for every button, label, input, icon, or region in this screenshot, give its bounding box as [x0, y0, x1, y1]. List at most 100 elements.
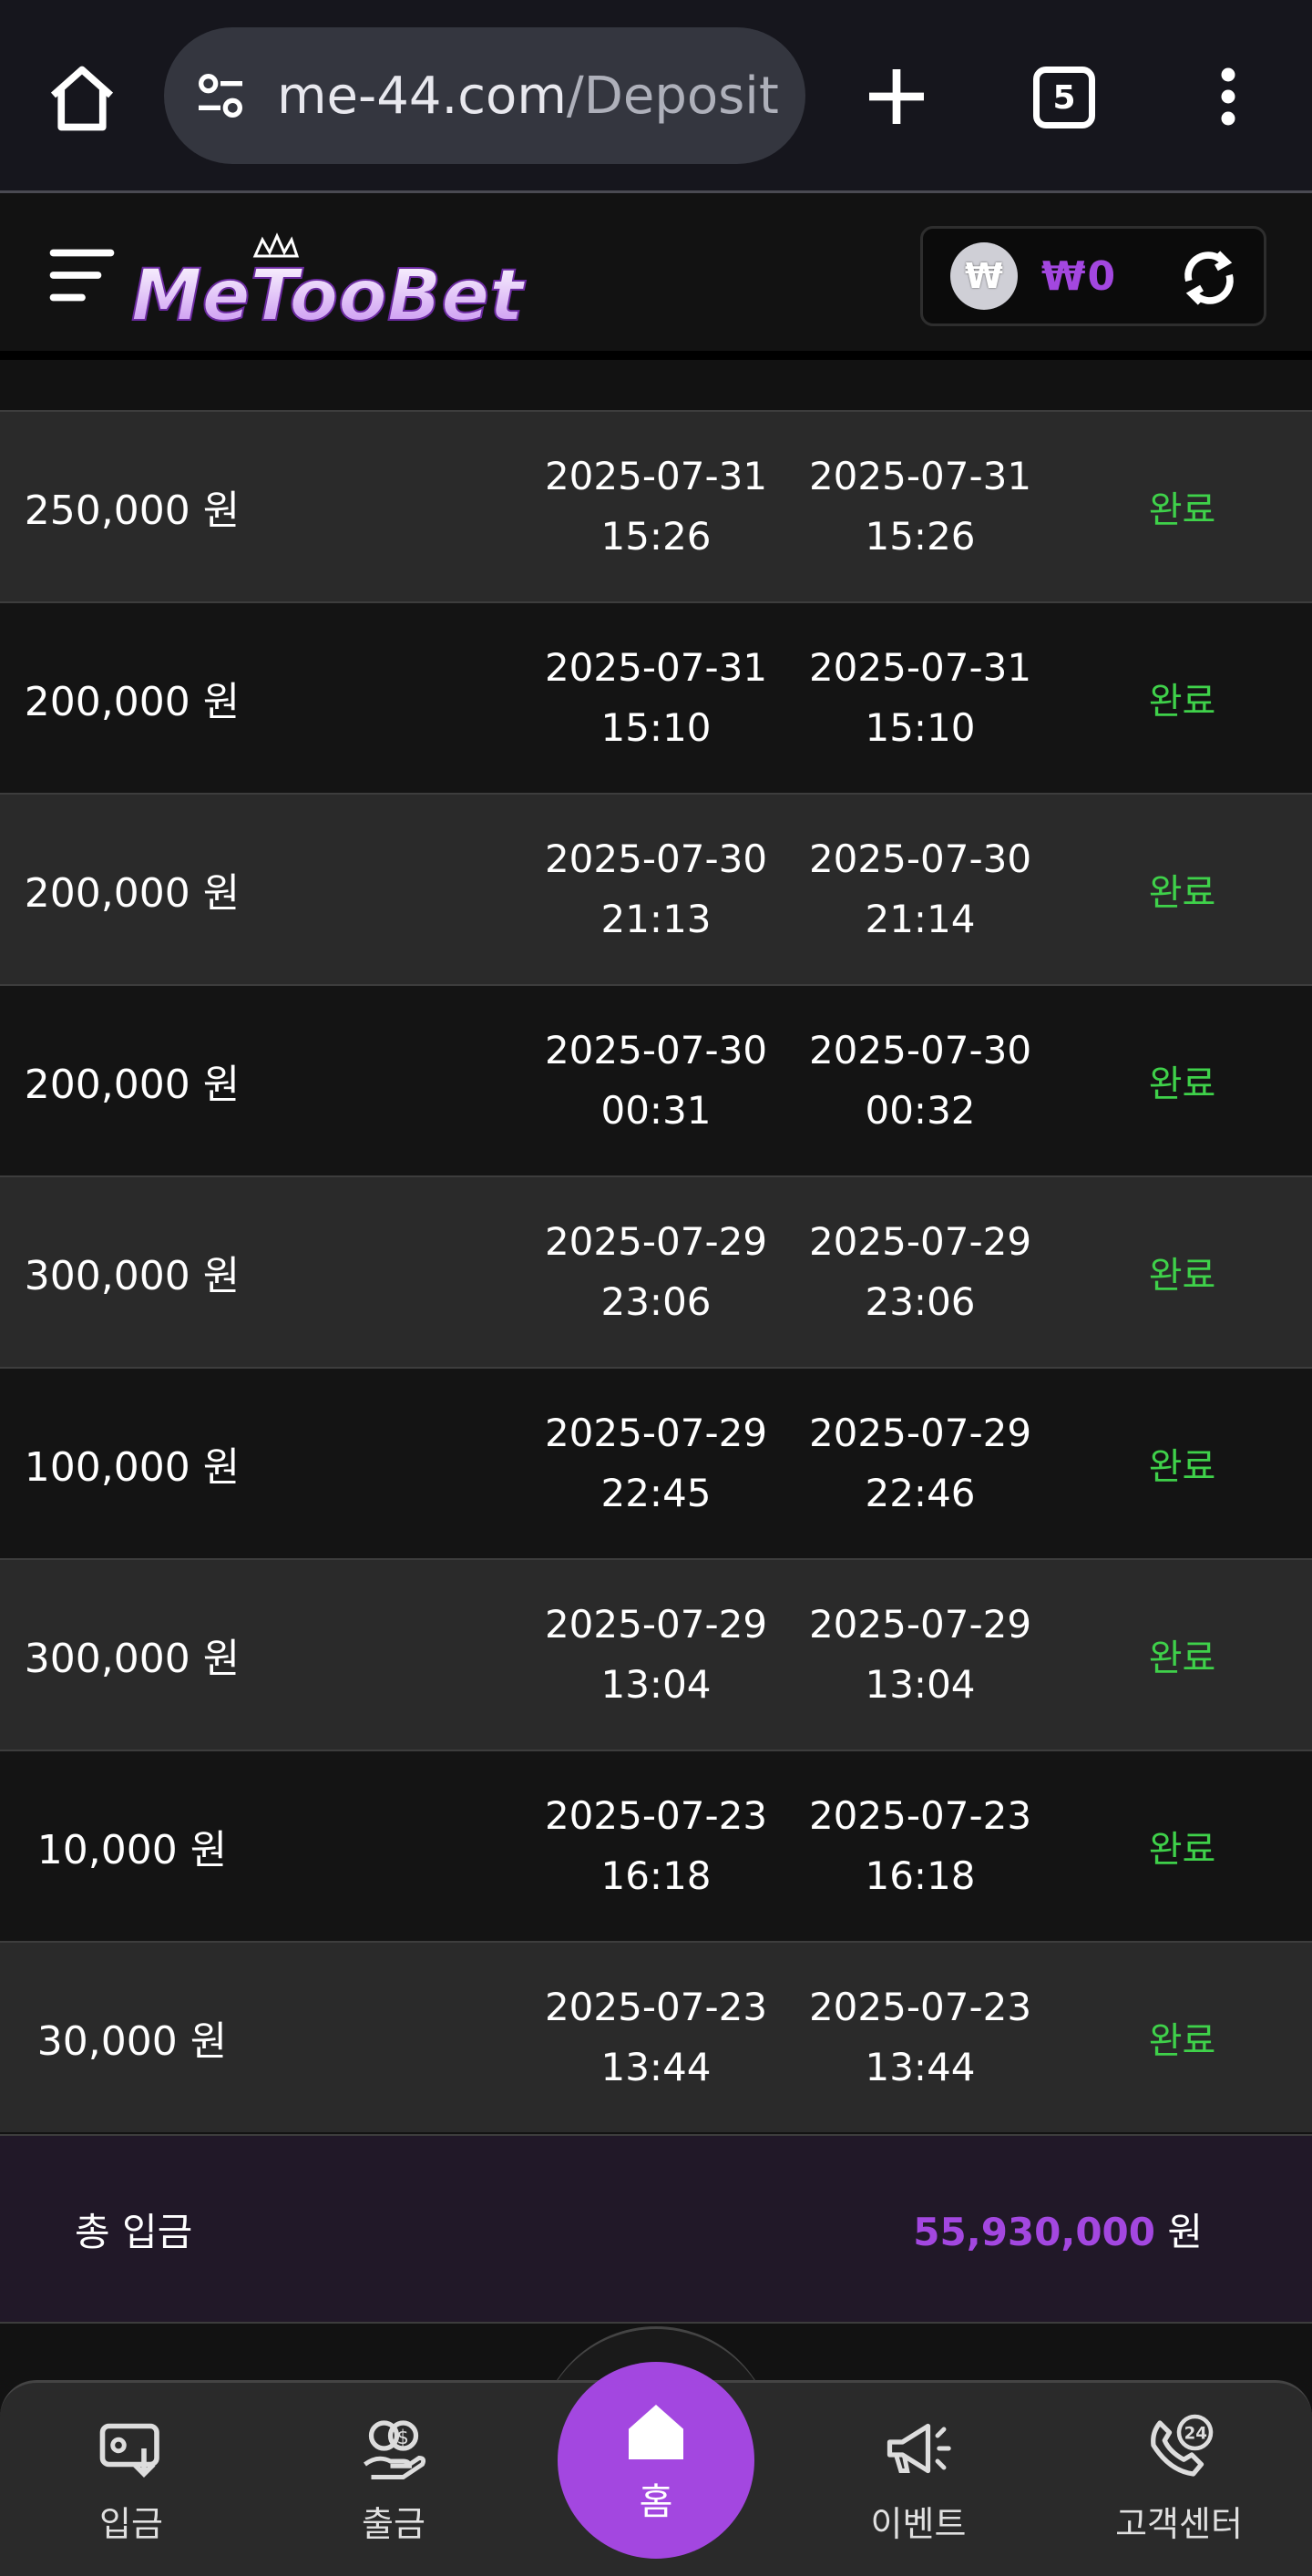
nav-withdraw[interactable]: $ 출금: [302, 2410, 485, 2546]
home-icon[interactable]: [44, 60, 120, 137]
processed-date: 2025-07-30: [808, 836, 1032, 881]
processed-date: 2025-07-29: [808, 1602, 1032, 1647]
deposit-amount: 200,000 원: [24, 870, 241, 917]
status-badge: 완료: [1148, 872, 1216, 914]
processed-datetime: 2025-07-31 15:10: [788, 638, 1052, 758]
processed-date: 2025-07-29: [808, 1411, 1032, 1455]
requested-datetime: 2025-07-29 23:06: [524, 1212, 788, 1332]
requested-date: 2025-07-30: [544, 836, 768, 881]
total-unit: 원: [1167, 2209, 1203, 2254]
total-label: 총 입금: [75, 2209, 193, 2254]
table-row: 100,000 원 2025-07-29 22:45 2025-07-29 22:4…: [0, 1367, 1312, 1558]
new-tab-icon[interactable]: [860, 60, 933, 133]
processed-date: 2025-07-30: [808, 1028, 1032, 1072]
deposit-amount: 300,000 원: [24, 1636, 241, 1682]
nav-event[interactable]: 이벤트: [827, 2410, 1010, 2546]
total-deposit-row: 총 입금 55,930,000 원: [0, 2134, 1312, 2324]
phone-24-icon: 24: [1151, 2414, 1214, 2477]
site-header: MeTooBet ₩ ₩0: [0, 196, 1312, 360]
deposit-amount: 200,000 원: [24, 679, 241, 725]
table-row: 30,000 원 2025-07-23 13:44 2025-07-23 13:44…: [0, 1941, 1312, 2132]
table-row: 10,000 원 2025-07-23 16:18 2025-07-23 16:18…: [0, 1750, 1312, 1941]
processed-time: 16:18: [865, 1853, 976, 1898]
processed-datetime: 2025-07-30 00:32: [788, 1021, 1052, 1141]
requested-datetime: 2025-07-30 00:31: [524, 1021, 788, 1141]
table-row: 250,000 원 2025-07-31 15:26 2025-07-31 15:2…: [0, 410, 1312, 601]
processed-time: 13:44: [865, 2045, 976, 2089]
status-badge: 완료: [1148, 1829, 1216, 1871]
won-symbol: ₩: [965, 256, 1003, 296]
processed-datetime: 2025-07-23 16:18: [788, 1786, 1052, 1906]
status-badge: 완료: [1148, 1255, 1216, 1297]
processed-time: 23:06: [865, 1279, 976, 1324]
requested-date: 2025-07-31: [544, 645, 768, 690]
processed-time: 15:10: [865, 705, 976, 750]
processed-time: 00:32: [865, 1088, 976, 1133]
hamburger-icon[interactable]: [44, 237, 120, 313]
processed-date: 2025-07-31: [808, 454, 1032, 498]
address-bar[interactable]: me-44.com/Deposit: [164, 27, 805, 164]
url-text: me-44.com/Deposit: [277, 67, 787, 126]
table-row: 200,000 원 2025-07-30 00:31 2025-07-30 00:3…: [0, 984, 1312, 1175]
requested-date: 2025-07-29: [544, 1219, 768, 1264]
requested-time: 15:10: [600, 705, 712, 750]
deposit-amount: 200,000 원: [24, 1062, 241, 1108]
processed-date: 2025-07-23: [808, 1793, 1032, 1838]
requested-date: 2025-07-29: [544, 1602, 768, 1647]
status-badge: 완료: [1148, 1446, 1216, 1488]
requested-datetime: 2025-07-31 15:10: [524, 638, 788, 758]
wallet-deposit-icon: [99, 2423, 159, 2478]
requested-datetime: 2025-07-31 15:26: [524, 446, 788, 567]
deposit-amount: 100,000 원: [24, 1444, 241, 1491]
processed-time: 15:26: [865, 514, 976, 559]
processed-datetime: 2025-07-30 21:14: [788, 829, 1052, 949]
requested-date: 2025-07-30: [544, 1028, 768, 1072]
deposit-amount: 30,000 원: [36, 2018, 228, 2065]
wallet-balance[interactable]: ₩ ₩0: [920, 226, 1266, 326]
processed-time: 13:04: [865, 1662, 976, 1707]
deposit-amount: 250,000 원: [24, 487, 241, 534]
home-icon: [629, 2405, 683, 2459]
requested-date: 2025-07-31: [544, 454, 768, 498]
site-settings-icon[interactable]: [191, 67, 250, 125]
table-row: 300,000 원 2025-07-29 13:04 2025-07-29 13:0…: [0, 1558, 1312, 1750]
processed-datetime: 2025-07-29 22:46: [788, 1403, 1052, 1524]
refresh-icon[interactable]: [1174, 243, 1244, 313]
table-row: 300,000 원 2025-07-29 23:06 2025-07-29 23:0…: [0, 1175, 1312, 1367]
svg-text:$: $: [397, 2427, 409, 2448]
nav-deposit[interactable]: 입금: [40, 2410, 222, 2546]
more-menu-icon[interactable]: [1212, 64, 1245, 129]
nav-deposit-label: 입금: [99, 2504, 163, 2544]
processed-date: 2025-07-31: [808, 645, 1032, 690]
won-coin-icon: ₩: [950, 242, 1018, 310]
tab-count: 5: [1052, 78, 1076, 117]
tab-switcher-button[interactable]: 5: [1033, 67, 1095, 128]
nav-home-button[interactable]: 홈: [558, 2362, 754, 2559]
url-path: /Deposit: [566, 66, 779, 126]
processed-datetime: 2025-07-29 13:04: [788, 1595, 1052, 1715]
nav-support[interactable]: 24 고객센터: [1088, 2410, 1270, 2546]
status-badge: 완료: [1148, 681, 1216, 723]
wallet-amount: ₩0: [1041, 252, 1118, 300]
nav-home-label: 홈: [639, 2481, 673, 2523]
status-badge: 완료: [1148, 1637, 1216, 1679]
deposit-history-table: 250,000 원 2025-07-31 15:26 2025-07-31 15:2…: [0, 410, 1312, 2132]
megaphone-icon: [887, 2423, 951, 2474]
table-row: 200,000 원 2025-07-30 21:13 2025-07-30 21:1…: [0, 793, 1312, 984]
processed-date: 2025-07-29: [808, 1219, 1032, 1264]
logo-text: MeTooBet: [131, 255, 526, 337]
nav-withdraw-label: 출금: [362, 2504, 425, 2544]
site-logo[interactable]: MeTooBet: [128, 229, 528, 338]
coins-hand-icon: $: [364, 2420, 426, 2479]
processed-datetime: 2025-07-31 15:26: [788, 446, 1052, 567]
status-badge: 완료: [1148, 489, 1216, 531]
total-value: 55,930,000 원: [913, 2201, 1203, 2257]
processed-date: 2025-07-23: [808, 1985, 1032, 2029]
requested-time: 15:26: [600, 514, 712, 559]
requested-date: 2025-07-23: [544, 1793, 768, 1838]
browser-toolbar: me-44.com/Deposit 5: [0, 0, 1312, 193]
processed-time: 22:46: [865, 1471, 976, 1515]
requested-datetime: 2025-07-23 13:44: [524, 1977, 788, 2098]
processed-datetime: 2025-07-23 13:44: [788, 1977, 1052, 2098]
requested-time: 16:18: [600, 1853, 712, 1898]
